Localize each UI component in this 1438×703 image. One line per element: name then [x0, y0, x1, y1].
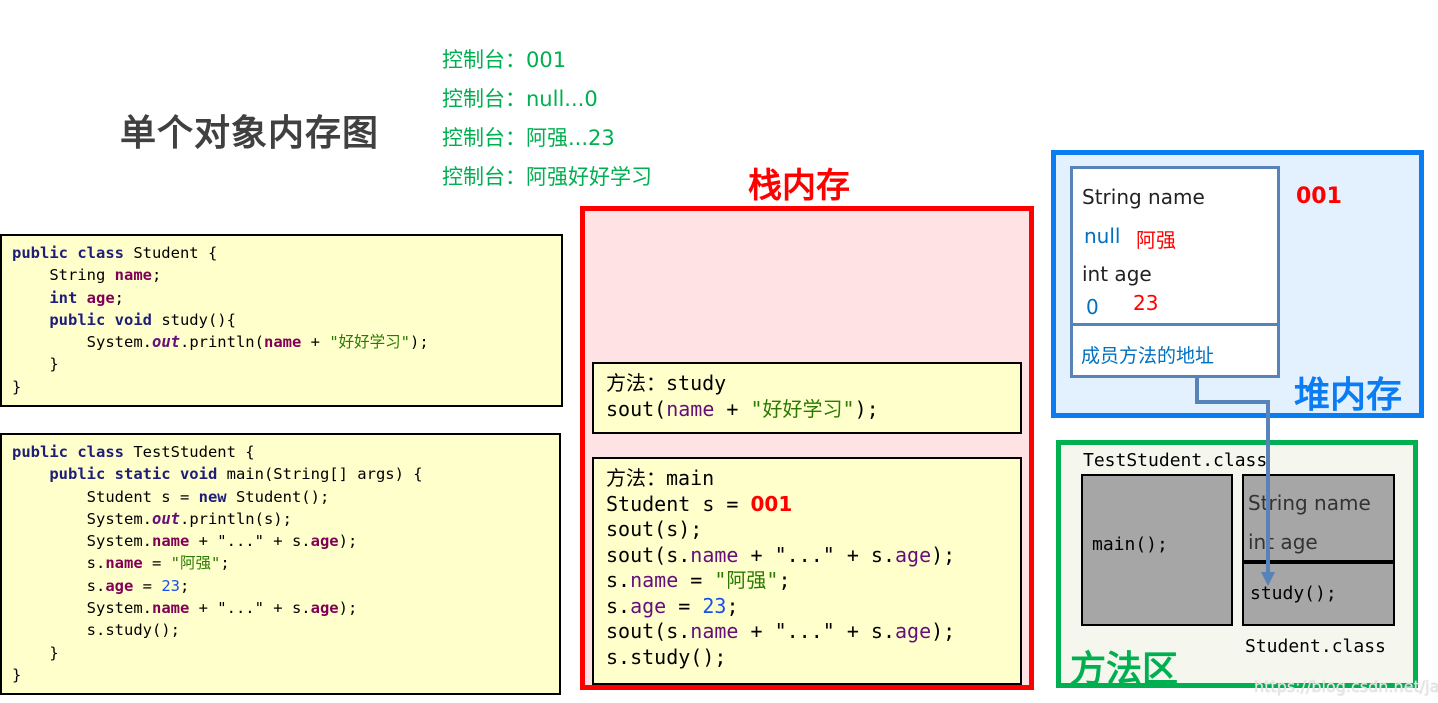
method-reference-arrow	[1195, 376, 1275, 586]
arrow-head	[1261, 572, 1275, 586]
arrow-line	[1195, 376, 1270, 574]
watermark: https://blog.csdn.net/jatej	[1254, 677, 1438, 696]
